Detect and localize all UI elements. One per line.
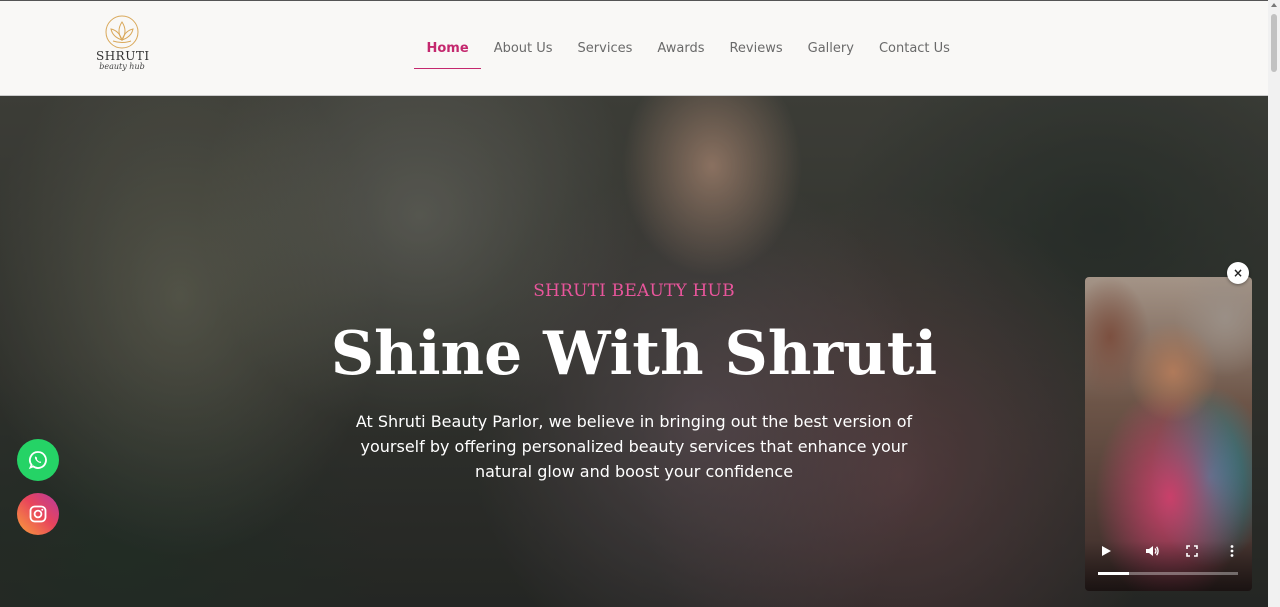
scroll-up-icon[interactable] (1271, 3, 1277, 7)
instagram-icon (29, 505, 47, 523)
site-logo[interactable]: SHRUTI beauty hub (96, 15, 150, 81)
hero-section: SHRUTI BEAUTY HUB Shine With Shruti At S… (0, 96, 1268, 607)
instagram-button[interactable] (17, 493, 59, 535)
video-popup[interactable] (1085, 277, 1252, 591)
page-scrollbar[interactable] (1268, 0, 1280, 607)
hero-title: Shine With Shruti (330, 319, 938, 389)
hero-kicker: SHRUTI BEAUTY HUB (533, 281, 735, 301)
hero-description: At Shruti Beauty Parlor, we believe in b… (355, 412, 913, 481)
nav-awards[interactable]: Awards (645, 39, 717, 68)
video-progress-fill (1098, 572, 1129, 575)
whatsapp-icon (28, 451, 47, 470)
close-icon: × (1232, 266, 1244, 280)
whatsapp-button[interactable] (17, 439, 59, 481)
nav-gallery[interactable]: Gallery (795, 39, 866, 68)
video-progress-bar[interactable] (1098, 572, 1238, 575)
video-close-button[interactable]: × (1227, 262, 1249, 284)
fullscreen-icon[interactable] (1184, 543, 1200, 559)
nav-reviews[interactable]: Reviews (717, 39, 795, 68)
nav-contact-us[interactable]: Contact Us (866, 39, 962, 68)
logo-brand: SHRUTI (96, 49, 150, 63)
logo-subtitle: beauty hub (99, 62, 145, 71)
nav-services[interactable]: Services (565, 39, 645, 68)
volume-icon[interactable] (1144, 543, 1160, 559)
nav-about-us[interactable]: About Us (481, 39, 565, 68)
nav-home[interactable]: Home (414, 39, 482, 69)
main-nav: Home About Us Services Awards Reviews Ga… (414, 39, 962, 69)
scroll-thumb[interactable] (1271, 14, 1277, 72)
more-icon[interactable] (1224, 543, 1240, 559)
play-icon[interactable] (1098, 543, 1114, 559)
lotus-icon (105, 15, 139, 49)
site-header: SHRUTI beauty hub Home About Us Services… (0, 0, 1268, 96)
